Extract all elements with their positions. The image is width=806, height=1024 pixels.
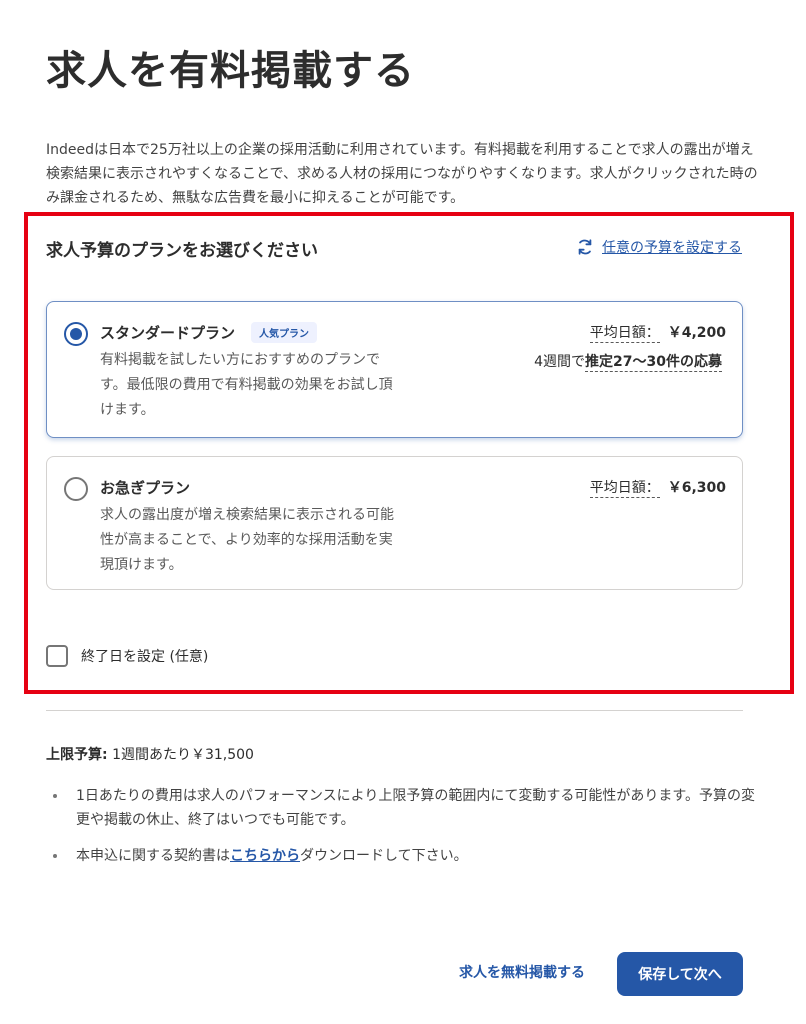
plan-card-urgent[interactable]: お急ぎプラン 求人の露出度が増え検索結果に表示される可能性が高まることで、より効… [46, 456, 743, 590]
budget-cap-value: 1週間あたり￥31,500 [112, 747, 254, 763]
estimate-prefix: 4週間で [534, 354, 586, 370]
custom-budget-link[interactable]: 任意の予算を設定する [576, 237, 742, 257]
download-link[interactable]: こちらから [230, 848, 300, 864]
plan-price: ￥4,200 [667, 325, 726, 341]
radio-standard[interactable] [64, 322, 88, 346]
avg-daily-label[interactable]: 平均日額： [589, 480, 660, 498]
note-text: 1日あたりの費用は求人のパフォーマンスにより上限予算の範囲内にて変動する可能性が… [76, 788, 755, 828]
plan-card-standard[interactable]: スタンダードプラン 人気プラン 有料掲載を試したい方におすすめのプランです。最低… [46, 301, 743, 438]
price-line: 平均日額： ￥4,200 [589, 322, 726, 343]
plan-description: 有料掲載を試したい方におすすめのプランです。最低限の費用で有料掲載の効果をお試し… [100, 352, 393, 418]
custom-budget-label[interactable]: 任意の予算を設定する [602, 237, 742, 257]
list-item: 本申込に関する契約書はこちらからダウンロードして下さい。 [68, 844, 758, 868]
plan-section-title: 求人予算のプランをお選びください [46, 241, 318, 261]
budget-cap-label: 上限予算: [46, 747, 108, 763]
save-next-button[interactable]: 保存して次へ [617, 952, 743, 996]
intro-text: Indeedは日本で25万社以上の企業の採用活動に利用されています。有料掲載を利… [46, 142, 758, 206]
notes-list: 1日あたりの費用は求人のパフォーマンスにより上限予算の範囲内にて変動する可能性が… [68, 784, 758, 880]
page-title: 求人を有料掲載する [46, 48, 415, 94]
end-date-option[interactable]: 終了日を設定 (任意) [46, 645, 208, 667]
radio-urgent[interactable] [64, 477, 88, 501]
estimate-value[interactable]: 推定27～30件の応募 [585, 354, 722, 372]
end-date-label: 終了日を設定 (任意) [81, 649, 209, 665]
free-post-button[interactable]: 求人を無料掲載する [459, 962, 585, 982]
list-item: 1日あたりの費用は求人のパフォーマンスにより上限予算の範囲内にて変動する可能性が… [68, 784, 758, 832]
avg-daily-label[interactable]: 平均日額： [589, 325, 660, 343]
price-line: 平均日額： ￥6,300 [589, 477, 726, 498]
plan-description: 求人の露出度が増え検索結果に表示される可能性が高まることで、より効率的な採用活動… [100, 507, 394, 573]
plan-name: スタンダードプラン [100, 324, 236, 342]
end-date-checkbox[interactable] [46, 645, 68, 667]
refresh-icon [576, 238, 594, 256]
highlight-frame [24, 212, 794, 694]
popular-badge: 人気プラン [251, 322, 317, 343]
budget-cap: 上限予算: 1週間あたり￥31,500 [46, 744, 254, 764]
plan-name: お急ぎプラン [100, 479, 191, 497]
note-prefix: 本申込に関する契約書は [76, 848, 230, 864]
note-suffix: ダウンロードして下さい。 [300, 848, 468, 864]
divider [46, 710, 743, 711]
estimate-line: 4週間で推定27～30件の応募 [534, 351, 722, 372]
plan-price: ￥6,300 [667, 480, 726, 496]
